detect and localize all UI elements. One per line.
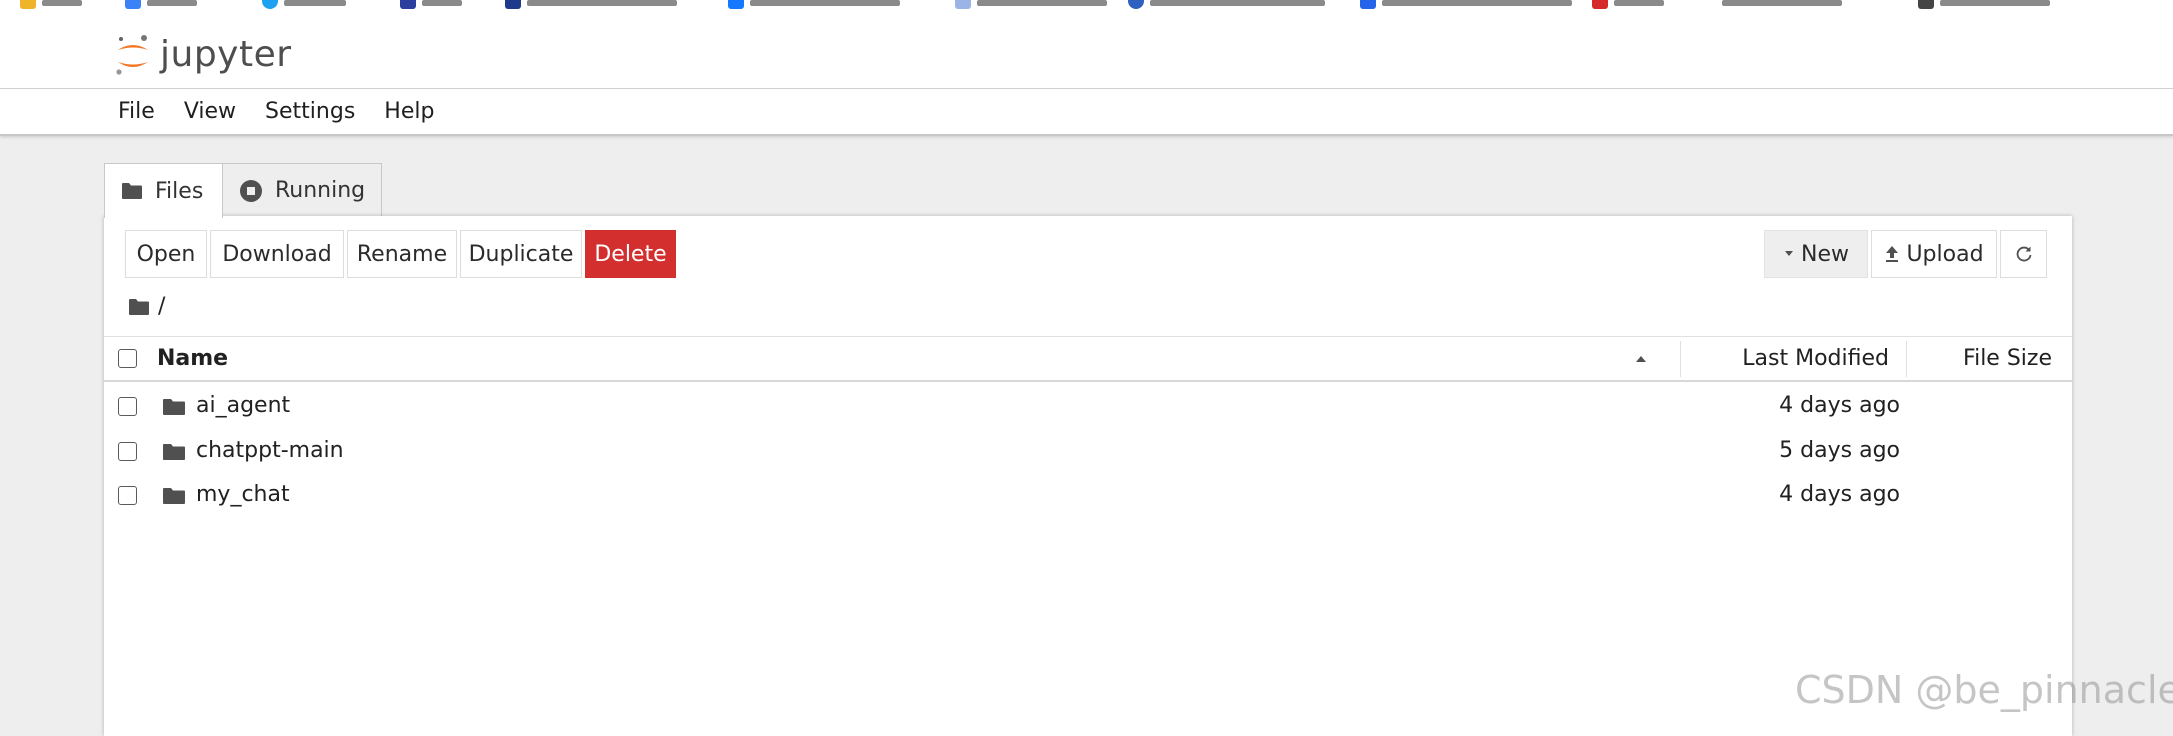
- delete-button[interactable]: Delete: [585, 230, 676, 278]
- column-divider[interactable]: [1906, 341, 1907, 377]
- file-name[interactable]: ai_agent: [196, 393, 290, 418]
- column-header-name[interactable]: Name: [157, 346, 228, 371]
- folder-icon: [122, 183, 142, 199]
- bookmark-item[interactable]: [728, 0, 900, 10]
- logo-text: jupyter: [160, 34, 292, 75]
- breadcrumb: /: [128, 294, 165, 319]
- menu-view[interactable]: View: [184, 99, 236, 124]
- bookmark-icon: [728, 0, 744, 9]
- bookmark-item[interactable]: [400, 0, 462, 10]
- tab-files-label: Files: [155, 178, 204, 204]
- file-name[interactable]: my_chat: [196, 482, 290, 507]
- bookmark-item[interactable]: [1360, 0, 1572, 10]
- folder-icon: [163, 444, 185, 460]
- refresh-icon: [2016, 246, 2031, 262]
- bookmark-icon: [1700, 0, 1716, 9]
- menu-file[interactable]: File: [118, 99, 155, 124]
- file-browser-panel: Open Download Rename Duplicate Delete Ne…: [104, 216, 2072, 736]
- bookmark-item[interactable]: [1700, 0, 1842, 10]
- menu-bar: File View Settings Help: [0, 89, 2173, 136]
- watermark: CSDN @be_pinnacle: [1795, 668, 2173, 712]
- menu-help[interactable]: Help: [384, 99, 434, 124]
- bookmark-icon: [125, 0, 141, 9]
- jupyter-logo[interactable]: jupyter: [114, 32, 292, 78]
- file-row[interactable]: ai_agent 4 days ago: [104, 385, 2072, 429]
- bookmark-icon: [400, 0, 416, 9]
- file-list-header: Name Last Modified File Size: [104, 336, 2072, 382]
- select-all-checkbox[interactable]: [118, 349, 137, 368]
- app-header: jupyter: [0, 20, 2173, 89]
- column-divider[interactable]: [1680, 341, 1681, 377]
- file-name[interactable]: chatppt-main: [196, 438, 344, 463]
- file-row[interactable]: my_chat 4 days ago: [104, 474, 2072, 518]
- menu-settings[interactable]: Settings: [265, 99, 355, 124]
- tab-files[interactable]: Files: [104, 163, 223, 218]
- breadcrumb-path[interactable]: /: [158, 294, 165, 319]
- caret-down-icon: [1785, 251, 1793, 256]
- rename-button[interactable]: Rename: [347, 230, 457, 278]
- bookmark-icon: [1592, 0, 1608, 9]
- file-last-modified: 4 days ago: [1779, 482, 1900, 507]
- row-checkbox[interactable]: [118, 486, 137, 505]
- upload-icon: [1886, 246, 1899, 262]
- sort-ascending-icon[interactable]: [1634, 354, 1648, 364]
- upload-button[interactable]: Upload: [1871, 230, 1997, 278]
- bookmark-item[interactable]: [1918, 0, 2050, 10]
- folder-icon[interactable]: [128, 298, 150, 316]
- bookmark-item[interactable]: [262, 0, 346, 10]
- bookmarks-bar: [0, 0, 2173, 20]
- refresh-button[interactable]: [2000, 230, 2047, 278]
- bookmark-icon: [1360, 0, 1376, 9]
- bookmark-icon: [1128, 0, 1144, 9]
- open-button[interactable]: Open: [125, 230, 207, 278]
- new-dropdown-button[interactable]: New: [1764, 230, 1868, 278]
- bookmark-item[interactable]: [1592, 0, 1664, 10]
- duplicate-button[interactable]: Duplicate: [460, 230, 582, 278]
- column-header-file-size[interactable]: File Size: [1963, 346, 2052, 371]
- bookmark-icon: [1918, 0, 1934, 9]
- row-checkbox[interactable]: [118, 397, 137, 416]
- bookmark-item[interactable]: [505, 0, 677, 10]
- bookmark-icon: [20, 0, 36, 9]
- folder-icon: [163, 488, 185, 504]
- row-checkbox[interactable]: [118, 442, 137, 461]
- bookmark-icon: [505, 0, 521, 9]
- upload-button-label: Upload: [1906, 241, 1984, 267]
- file-row[interactable]: chatppt-main 5 days ago: [104, 430, 2072, 474]
- bookmark-icon: [955, 0, 971, 9]
- file-last-modified: 4 days ago: [1779, 393, 1900, 418]
- column-header-last-modified[interactable]: Last Modified: [1742, 346, 1889, 371]
- bookmark-item[interactable]: [20, 0, 82, 10]
- bookmark-item[interactable]: [125, 0, 197, 10]
- stop-circle-icon: [240, 179, 262, 202]
- file-last-modified: 5 days ago: [1779, 438, 1900, 463]
- folder-icon: [163, 399, 185, 415]
- bookmark-icon: [262, 0, 278, 9]
- tab-running-label: Running: [275, 178, 366, 203]
- jupyter-logo-icon: [116, 35, 148, 75]
- download-button[interactable]: Download: [210, 230, 344, 278]
- bookmark-item[interactable]: [955, 0, 1107, 10]
- tab-running[interactable]: Running: [222, 163, 382, 217]
- bookmark-item[interactable]: [1128, 0, 1325, 10]
- new-button-label: New: [1801, 241, 1849, 267]
